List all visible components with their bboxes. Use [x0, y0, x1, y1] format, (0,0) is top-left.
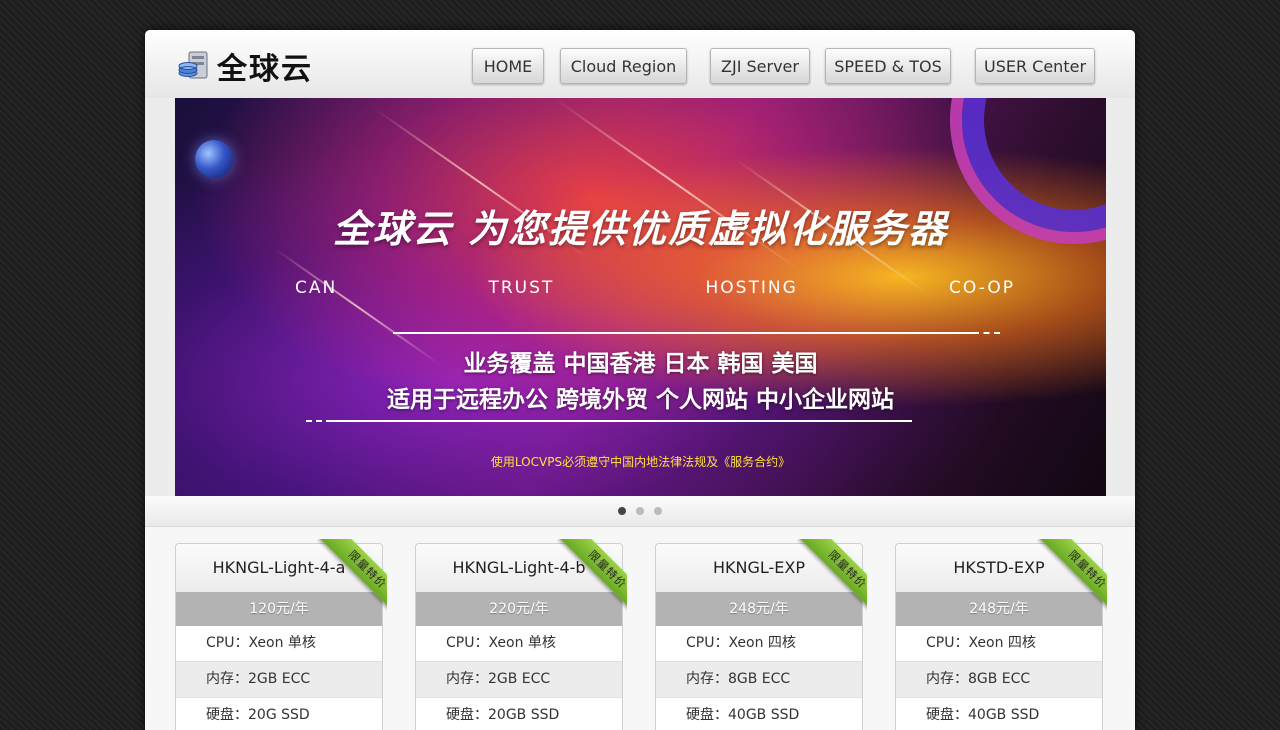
plan-ram: 内存：8GB ECC [656, 662, 862, 698]
brand-name: 全球云 [217, 52, 313, 87]
nav-zji-server-button[interactable]: ZJI Server [710, 48, 810, 84]
plan-cpu: CPU：Xeon 单核 [416, 626, 622, 662]
nav-user-center-button[interactable]: USER Center [975, 48, 1095, 84]
plan-disk: 硬盘：40GB SSD [656, 698, 862, 730]
plan-ram: 内存：2GB ECC [176, 662, 382, 698]
plan-card[interactable]: HKNGL-Light-4-b 220元/年 CPU：Xeon 单核 内存：2G… [415, 539, 627, 730]
divider-line [393, 332, 973, 334]
legal-notice: 使用LOCVPS必须遵守中国内地法律法规及《服务合约》 [490, 455, 791, 469]
promo-ribbon-label: 限量特价 [799, 539, 867, 617]
promo-ribbon-label: 限量特价 [319, 539, 387, 617]
promo-ribbon: 限量特价 [309, 539, 387, 617]
page-container: 全球云 HOME Cloud Region ZJI Server SPEED &… [145, 30, 1135, 730]
tagline-word: CAN [295, 278, 338, 298]
logo[interactable]: 全球云 [177, 44, 313, 88]
promo-ribbon: 限量特价 [1029, 539, 1107, 617]
nav-home-button[interactable]: HOME [472, 48, 544, 84]
promo-ribbon-label: 限量特价 [559, 539, 627, 617]
header: 全球云 HOME Cloud Region ZJI Server SPEED &… [145, 30, 1135, 98]
divider-dashes [973, 332, 1000, 334]
plan-ram: 内存：8GB ECC [896, 662, 1102, 698]
plan-ram: 内存：2GB ECC [416, 662, 622, 698]
banner-coverage: 业务覆盖 中国香港 日本 韩国 美国 [463, 351, 818, 377]
nav-cloud-region-button[interactable]: Cloud Region [560, 48, 687, 84]
nav-speed-tos-button[interactable]: SPEED & TOS [825, 48, 951, 84]
plan-disk: 硬盘：40GB SSD [896, 698, 1102, 730]
plan-cpu: CPU：Xeon 四核 [896, 626, 1102, 662]
banner-headline: 全球云 为您提供优质虚拟化服务器 [332, 207, 949, 251]
hero-banner[interactable]: 全球云 为您提供优质虚拟化服务器 CAN TRUST HOSTING CO-OP… [175, 98, 1106, 496]
tagline-word: CO-OP [949, 278, 1015, 298]
tagline-word: HOSTING [705, 278, 798, 298]
plan-card[interactable]: HKNGL-Light-4-a 120元/年 CPU：Xeon 单核 内存：2G… [175, 539, 387, 730]
promo-ribbon-label: 限量特价 [1039, 539, 1107, 617]
plan-disk: 硬盘：20G SSD [176, 698, 382, 730]
divider-line [332, 420, 912, 422]
plan-card[interactable]: HKSTD-EXP 248元/年 CPU：Xeon 四核 内存：8GB ECC … [895, 539, 1107, 730]
slide-dot-3[interactable] [654, 507, 662, 515]
plan-disk: 硬盘：20GB SSD [416, 698, 622, 730]
divider-dashes [306, 420, 332, 422]
globe-icon [195, 140, 233, 178]
promo-ribbon: 限量特价 [549, 539, 627, 617]
tagline-word: TRUST [488, 278, 555, 298]
banner-usage: 适用于远程办公 跨境外贸 个人网站 中小企业网站 [386, 387, 895, 413]
promo-ribbon: 限量特价 [789, 539, 867, 617]
plan-cpu: CPU：Xeon 单核 [176, 626, 382, 662]
server-database-icon [177, 49, 211, 83]
banner-tagline: CAN TRUST HOSTING CO-OP [295, 278, 1015, 298]
plan-cpu: CPU：Xeon 四核 [656, 626, 862, 662]
slide-dot-2[interactable] [636, 507, 644, 515]
plan-card[interactable]: HKNGL-EXP 248元/年 CPU：Xeon 四核 内存：8GB ECC … [655, 539, 867, 730]
slider-pagination [145, 496, 1135, 527]
slide-dot-1[interactable] [618, 507, 626, 515]
